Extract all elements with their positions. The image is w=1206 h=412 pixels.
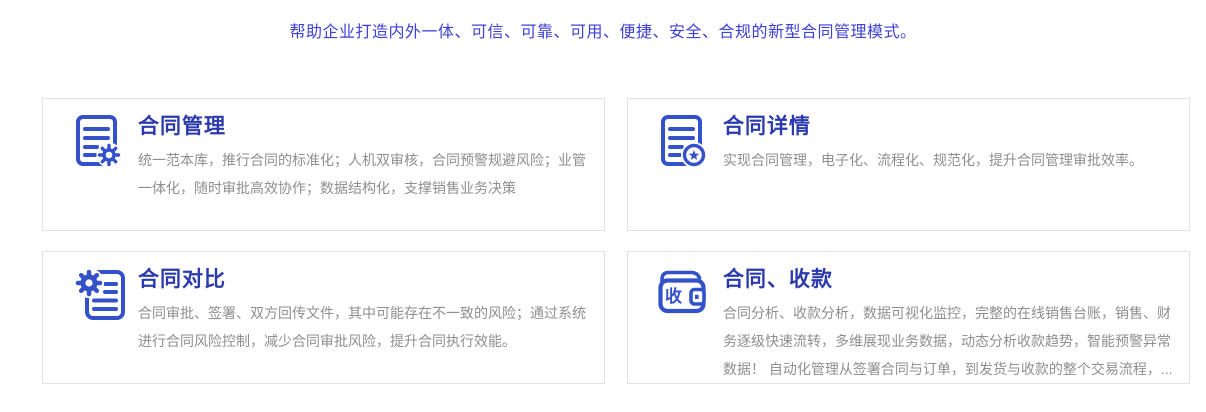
wallet-collect-icon: 收 — [654, 266, 710, 322]
card-contract-payment[interactable]: 收 合同、收款 合同分析、收款分析，数据可视化监控，完整的在线销售台账，销售、财… — [627, 251, 1190, 384]
card-contract-management[interactable]: 合同管理 统一范本库，推行合同的标准化；人机双审核，合同预警规避风险；业管 一体… — [42, 98, 605, 231]
document-star-icon — [654, 113, 710, 169]
gear-document-icon — [69, 266, 125, 322]
card-contract-details[interactable]: 合同详情 实现合同管理，电子化、流程化、规范化，提升合同管理审批效率。 — [627, 98, 1190, 231]
wallet-glyph-text: 收 — [665, 286, 682, 306]
card-contract-compare[interactable]: 合同对比 合同审批、签署、双方回传文件，其中可能存在不一致的风险；通过系统 进行… — [42, 251, 605, 384]
document-gear-icon — [69, 113, 125, 169]
card-title: 合同、收款 — [723, 267, 1185, 293]
card-description: 合同审批、签署、双方回传文件，其中可能存在不一致的风险；通过系统 进行合同风险控… — [138, 299, 600, 355]
card-title: 合同详情 — [723, 114, 1185, 140]
card-title: 合同对比 — [138, 267, 600, 293]
card-description: 统一范本库，推行合同的标准化；人机双审核，合同预警规避风险；业管 一体化，随时审… — [138, 146, 600, 202]
feature-card-grid: 合同管理 统一范本库，推行合同的标准化；人机双审核，合同预警规避风险；业管 一体… — [42, 98, 1190, 384]
page-tagline: 帮助企业打造内外一体、可信、可靠、可用、便捷、安全、合规的新型合同管理模式。 — [0, 18, 1206, 42]
card-title: 合同管理 — [138, 114, 600, 140]
card-description: 合同分析、收款分析，数据可视化监控，完整的在线销售台账，销售、财 务逐级快速流转… — [723, 299, 1185, 383]
card-description: 实现合同管理，电子化、流程化、规范化，提升合同管理审批效率。 — [723, 146, 1185, 174]
